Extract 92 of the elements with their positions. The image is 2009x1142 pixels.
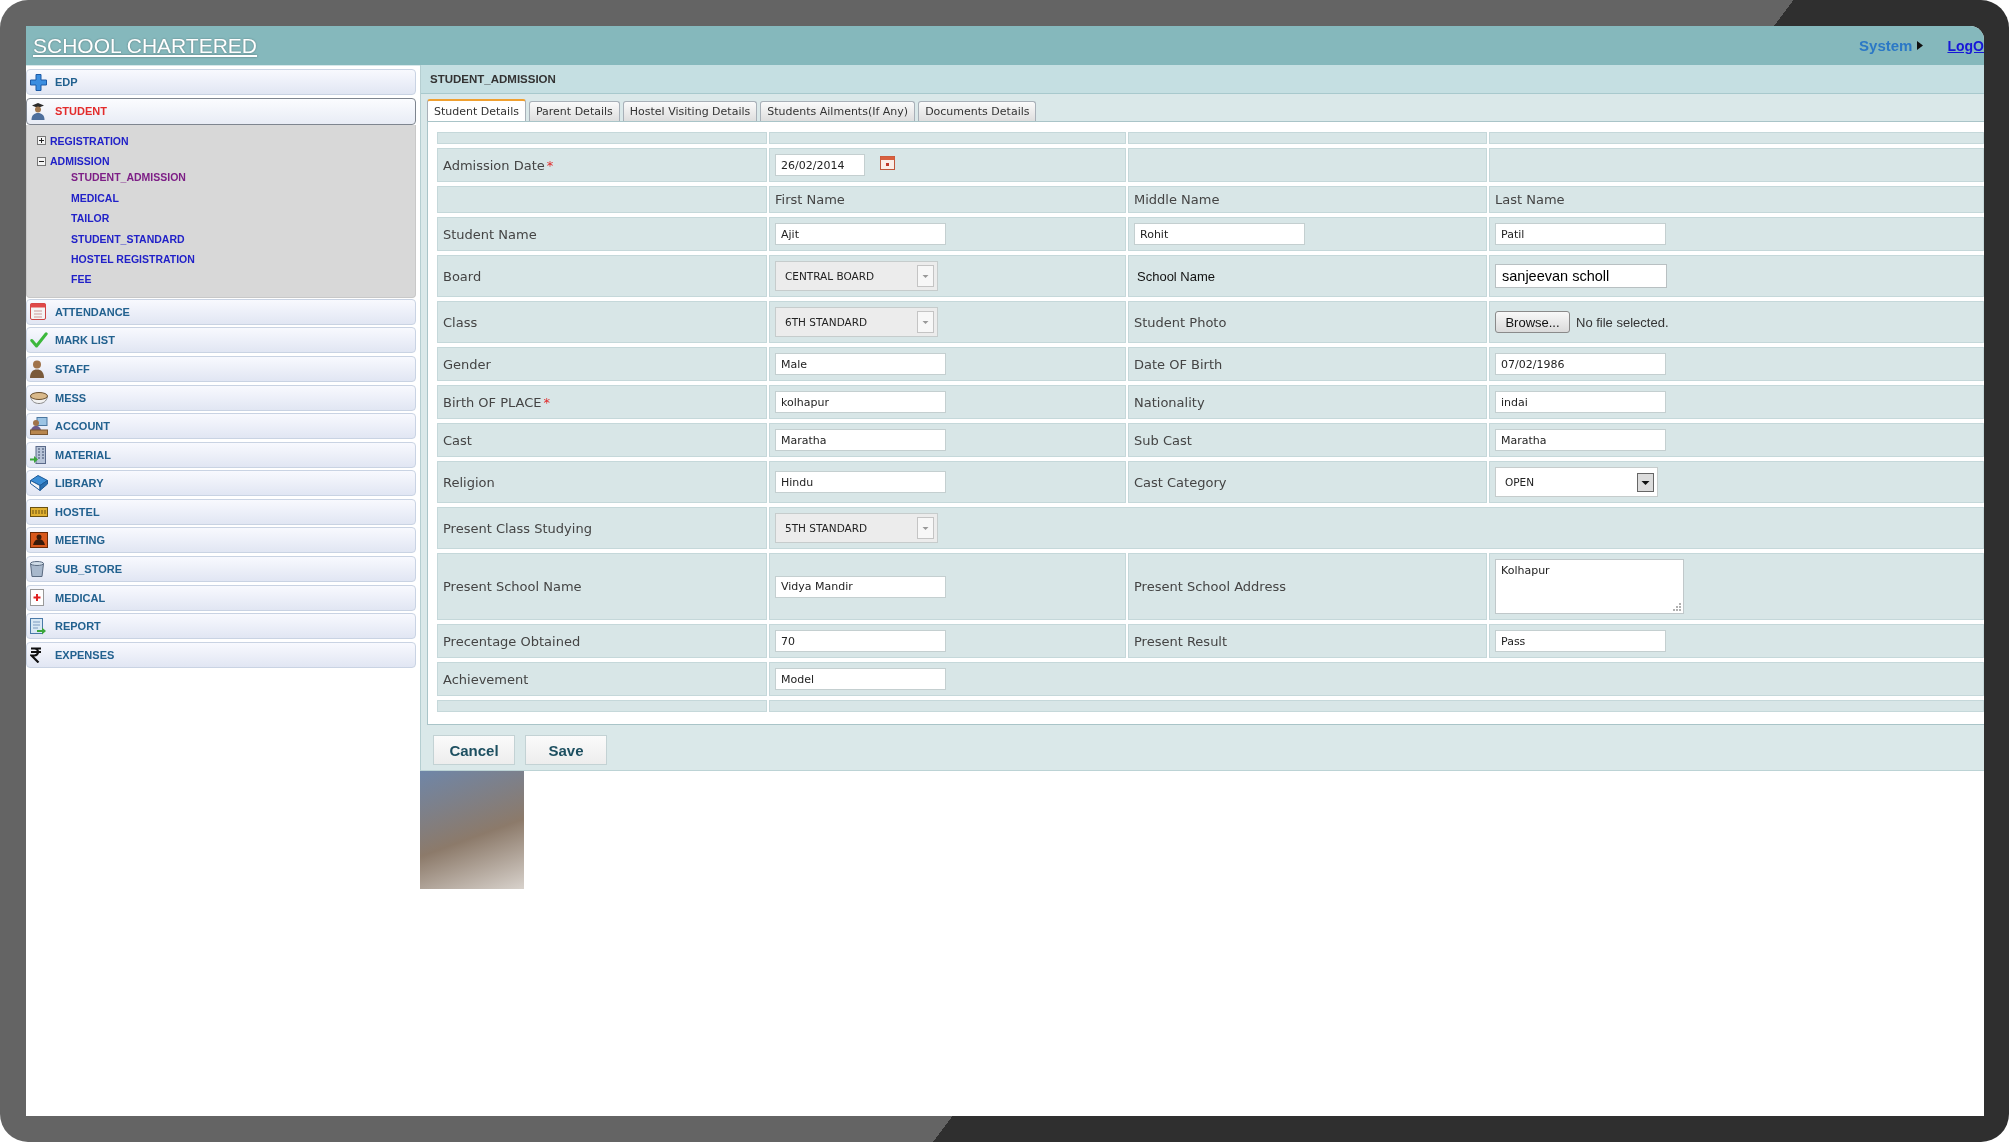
field-label: Class xyxy=(443,314,478,330)
tab[interactable]: Students Ailments(If Any) xyxy=(760,101,916,121)
sidebar-item[interactable]: MEETING xyxy=(26,527,416,554)
tree-item[interactable]: ADMISSION xyxy=(37,151,110,172)
text-field[interactable]: Hindu xyxy=(775,471,946,493)
column-heading: First Name xyxy=(775,192,845,207)
header-link[interactable]: LogO xyxy=(1947,37,1984,54)
tree-item[interactable]: STUDENT_ADMISSION xyxy=(71,171,186,192)
field-label: Present Class Studying xyxy=(443,520,592,536)
cross-page-icon xyxy=(30,589,44,607)
rupee-icon xyxy=(30,646,42,663)
text-field[interactable]: Model xyxy=(775,668,946,690)
book-icon xyxy=(30,475,48,492)
field-label: Present Result xyxy=(1134,633,1228,649)
tab[interactable]: Parent Details xyxy=(528,101,620,121)
person-icon xyxy=(30,359,44,378)
sidebar-item[interactable]: MARK LIST xyxy=(26,327,416,354)
text-field[interactable]: Pass xyxy=(1495,630,1666,652)
field-label: Present School Address xyxy=(1134,579,1286,594)
resize-grip-icon xyxy=(1673,603,1681,611)
sidebar-item[interactable]: LIBRARY xyxy=(26,470,416,497)
sidebar-item[interactable]: STAFF xyxy=(26,355,416,382)
save-button[interactable]: Save xyxy=(525,735,607,765)
field-label: Precentage Obtained xyxy=(443,633,581,649)
text-field[interactable]: Vidya Mandir xyxy=(775,575,946,598)
field-label: Cast xyxy=(443,432,472,448)
field-label: Admission Date* xyxy=(443,157,554,173)
sidebar-item[interactable]: MESS xyxy=(26,384,416,411)
column-heading: Middle Name xyxy=(1134,192,1220,207)
dropdown[interactable]: OPEN xyxy=(1495,467,1658,497)
file-status: No file selected. xyxy=(1576,314,1669,330)
text-field[interactable]: Male xyxy=(775,353,946,375)
building-icon xyxy=(30,445,46,464)
tree-item[interactable]: HOSTEL REGISTRATION xyxy=(71,252,195,274)
field-label: Religion xyxy=(443,474,495,490)
field-label: Student Photo xyxy=(1134,314,1227,330)
bin-icon xyxy=(30,561,44,578)
sidebar-item[interactable]: ATTENDANCE xyxy=(26,298,416,325)
plus-icon xyxy=(30,73,47,91)
text-field[interactable]: indai xyxy=(1495,391,1666,413)
sidebar-item[interactable]: MEDICAL xyxy=(26,584,416,611)
field-label: Board xyxy=(443,268,482,284)
field-label: Birth OF PLACE* xyxy=(443,394,551,410)
tree-item[interactable]: MEDICAL xyxy=(71,191,119,213)
sidebar-item[interactable]: MATERIAL xyxy=(26,441,416,468)
sidebar-item[interactable]: SUB_STORE xyxy=(26,556,416,583)
text-field[interactable]: Ajit xyxy=(775,223,946,245)
tab[interactable]: Student Details xyxy=(427,99,526,121)
field-label: School Name xyxy=(1137,268,1216,284)
sidebar-item[interactable]: STUDENT xyxy=(26,97,416,125)
tree-item[interactable]: REGISTRATION xyxy=(37,130,129,151)
text-field[interactable]: 07/02/1986 xyxy=(1495,353,1666,375)
calendar-icon[interactable] xyxy=(880,156,895,170)
tab[interactable]: Hostel Visiting Details xyxy=(622,101,758,121)
field-label: Cast Category xyxy=(1134,474,1227,490)
field-label: Present School Name xyxy=(443,579,582,594)
tree-item[interactable]: TAILOR xyxy=(71,212,110,233)
field-label: Date OF Birth xyxy=(1134,356,1223,372)
text-field[interactable]: kolhapur xyxy=(775,391,946,413)
field-label: Sub Cast xyxy=(1134,432,1192,448)
text-field[interactable]: Patil xyxy=(1495,223,1666,245)
sidebar-item[interactable]: EDP xyxy=(26,69,416,95)
tree-item[interactable]: FEE xyxy=(71,273,92,294)
field-label: Nationality xyxy=(1134,394,1205,410)
field-label: Achievement xyxy=(443,671,529,687)
column-heading: Last Name xyxy=(1495,192,1565,207)
text-field[interactable]: Maratha xyxy=(1495,429,1666,451)
sidebar-item[interactable]: REPORT xyxy=(26,613,416,640)
bowl-icon xyxy=(30,391,48,404)
tree-item[interactable]: STUDENT_STANDARD xyxy=(71,232,185,253)
cancel-button[interactable]: Cancel xyxy=(433,735,515,765)
text-field[interactable]: Rohit xyxy=(1134,223,1305,245)
text-area[interactable]: Kolhapur xyxy=(1495,559,1684,614)
text-field[interactable]: sanjeevan scholl xyxy=(1495,264,1667,288)
sidebar-item[interactable]: HOSTEL xyxy=(26,498,416,525)
person-desk-icon xyxy=(30,417,48,436)
text-field[interactable]: Maratha xyxy=(775,429,946,451)
field-label: Student Name xyxy=(443,226,537,242)
date-field[interactable]: 26/02/2014 xyxy=(775,154,865,176)
sidebar-item[interactable]: ACCOUNT xyxy=(26,413,416,440)
panel-title: STUDENT_ADMISSION xyxy=(421,65,1984,94)
sidebar-item[interactable]: EXPENSES xyxy=(26,641,416,668)
browse-button[interactable]: Browse... xyxy=(1495,311,1570,333)
text-field[interactable]: 70 xyxy=(775,630,946,652)
graduate-icon xyxy=(30,102,46,121)
calendar-icon xyxy=(30,303,46,321)
caret-icon xyxy=(1917,41,1924,50)
check-icon xyxy=(30,332,48,349)
tab[interactable]: Documents Details xyxy=(918,101,1037,121)
sign-board-icon xyxy=(30,506,48,517)
portrait-frame-icon xyxy=(30,532,48,549)
field-label: Gender xyxy=(443,356,491,372)
